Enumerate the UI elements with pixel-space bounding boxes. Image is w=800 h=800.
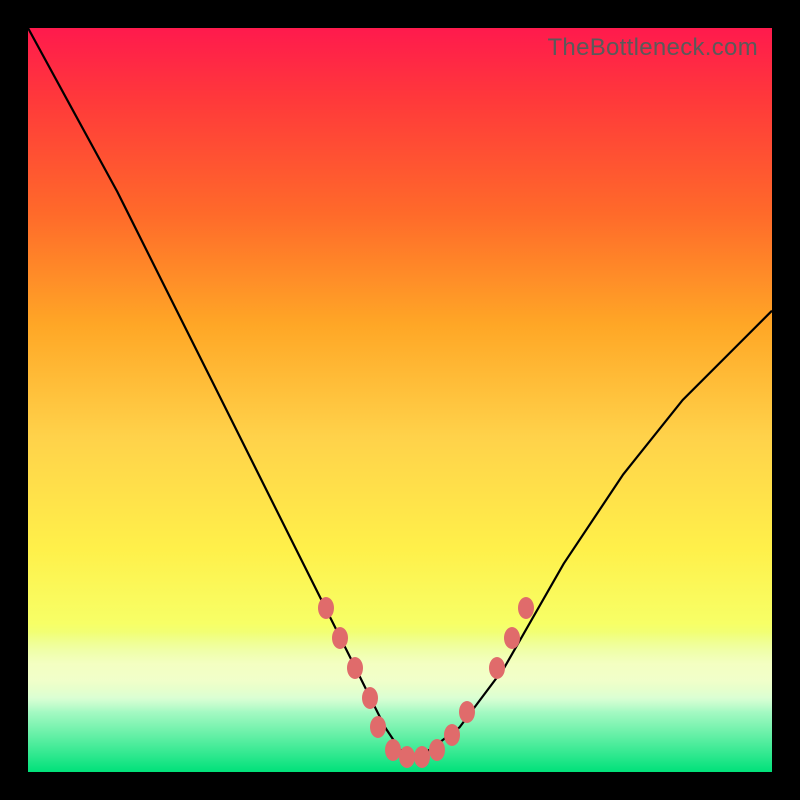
curve-marker (370, 716, 386, 738)
curve-marker (459, 701, 475, 723)
curve-marker (504, 627, 520, 649)
curve-marker (518, 597, 534, 619)
curve-marker (362, 687, 378, 709)
curve-marker (489, 657, 505, 679)
bottleneck-curve (28, 28, 772, 757)
watermark-text: TheBottleneck.com (547, 34, 758, 62)
curve-marker (347, 657, 363, 679)
curve-layer (28, 28, 772, 772)
chart-frame: TheBottleneck.com (0, 0, 800, 800)
plot-area: TheBottleneck.com (28, 28, 772, 772)
curve-marker (318, 597, 334, 619)
curve-marker (385, 739, 401, 761)
curve-marker (429, 739, 445, 761)
curve-marker (332, 627, 348, 649)
curve-marker (399, 746, 415, 768)
curve-marker (444, 724, 460, 746)
curve-marker (414, 746, 430, 768)
